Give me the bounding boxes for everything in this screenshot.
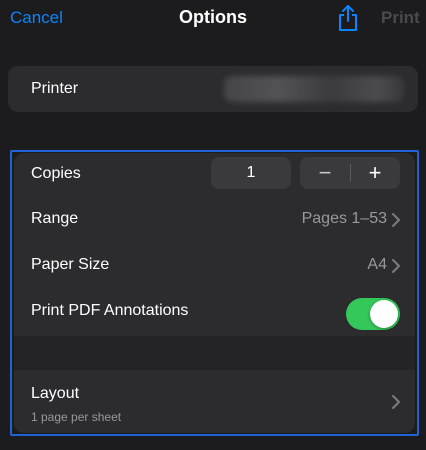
range-label: Range bbox=[31, 210, 79, 227]
annotations-row: Print PDF Annotations bbox=[14, 290, 415, 336]
printer-row[interactable]: Printer bbox=[8, 66, 418, 112]
range-value: Pages 1–53 bbox=[301, 210, 387, 227]
share-icon bbox=[339, 5, 357, 31]
paper-size-row[interactable]: Paper Size A4 bbox=[14, 244, 415, 290]
range-row[interactable]: Range Pages 1–53 bbox=[14, 198, 415, 244]
print-button[interactable]: Print bbox=[381, 8, 420, 28]
increment-button[interactable]: + bbox=[350, 157, 400, 189]
section-spacer bbox=[14, 336, 415, 370]
chevron-right-icon bbox=[392, 395, 400, 409]
copies-label: Copies bbox=[31, 165, 81, 182]
paper-size-value: A4 bbox=[367, 256, 387, 273]
chevron-right-icon bbox=[392, 259, 400, 273]
page-title: Options bbox=[179, 7, 247, 27]
printer-label: Printer bbox=[31, 80, 79, 97]
layout-label: Layout bbox=[31, 385, 80, 402]
copies-input[interactable]: 1 bbox=[211, 157, 291, 189]
copies-stepper: − + bbox=[300, 157, 400, 189]
layout-subtitle: 1 page per sheet bbox=[31, 410, 122, 424]
layout-row[interactable]: Layout 1 page per sheet bbox=[14, 370, 415, 433]
copies-row: Copies 1 − + bbox=[14, 153, 415, 199]
toggle-knob bbox=[370, 300, 398, 328]
annotations-label: Print PDF Annotations bbox=[31, 302, 189, 319]
decrement-button[interactable]: − bbox=[300, 157, 350, 189]
paper-size-label: Paper Size bbox=[31, 256, 110, 273]
chevron-right-icon bbox=[392, 213, 400, 227]
printer-value-blurred bbox=[224, 76, 404, 102]
print-options-screen: Cancel Options Print Printer Copies 1 − … bbox=[0, 0, 426, 450]
options-group: Copies 1 − + Range Pages 1–53 Paper Size… bbox=[14, 153, 415, 433]
annotations-toggle[interactable] bbox=[346, 298, 400, 330]
share-button[interactable] bbox=[336, 4, 360, 32]
navigation-bar: Cancel Options Print bbox=[0, 0, 426, 38]
